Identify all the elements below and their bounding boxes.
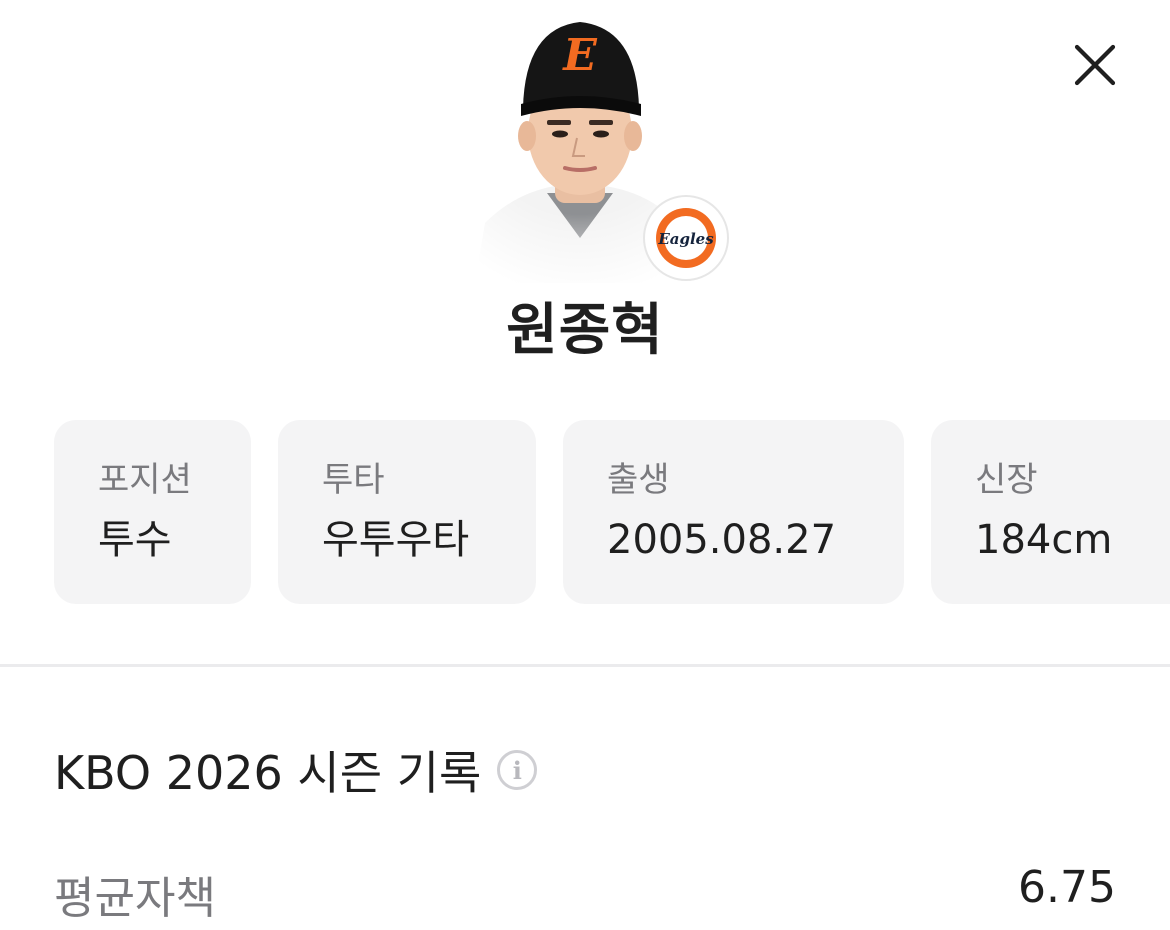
info-card-label: 투타	[322, 460, 385, 500]
stat-value: 6.75	[1018, 862, 1116, 913]
info-card-label: 출생	[607, 460, 670, 500]
info-card-position: 포지션 투수	[54, 420, 251, 604]
info-card-throw-bat: 투타 우투우타	[278, 420, 536, 604]
info-card-height: 신장 184cm	[931, 420, 1170, 604]
section-divider	[0, 664, 1170, 667]
season-record-header: KBO 2026 시즌 기록 i	[54, 738, 538, 802]
team-badge-text: Eagles	[657, 230, 714, 248]
close-icon	[1074, 44, 1116, 86]
player-name: 원종혁	[506, 298, 664, 363]
player-profile-sheet: E Eagles 원종혁 포지션 투수 투타 우투우타 출생 2005.08.2…	[0, 0, 1170, 930]
info-icon[interactable]: i	[497, 750, 538, 790]
info-card-value: 184cm	[975, 517, 1113, 563]
info-card-label: 신장	[975, 460, 1038, 500]
team-badge: Eagles	[643, 195, 729, 281]
info-card-value: 우투우타	[322, 517, 470, 563]
season-record-title: KBO 2026 시즌 기록	[54, 746, 482, 800]
close-button[interactable]	[1068, 38, 1122, 92]
stat-row-era: 평균자책 6.75	[54, 858, 1116, 924]
info-card-birth: 출생 2005.08.27	[563, 420, 904, 604]
eagles-logo-icon: Eagles	[656, 208, 716, 268]
stat-label: 평균자책	[54, 873, 216, 924]
info-card-value: 2005.08.27	[607, 517, 837, 563]
info-card-label: 포지션	[98, 460, 192, 500]
info-card-value: 투수	[98, 517, 172, 563]
